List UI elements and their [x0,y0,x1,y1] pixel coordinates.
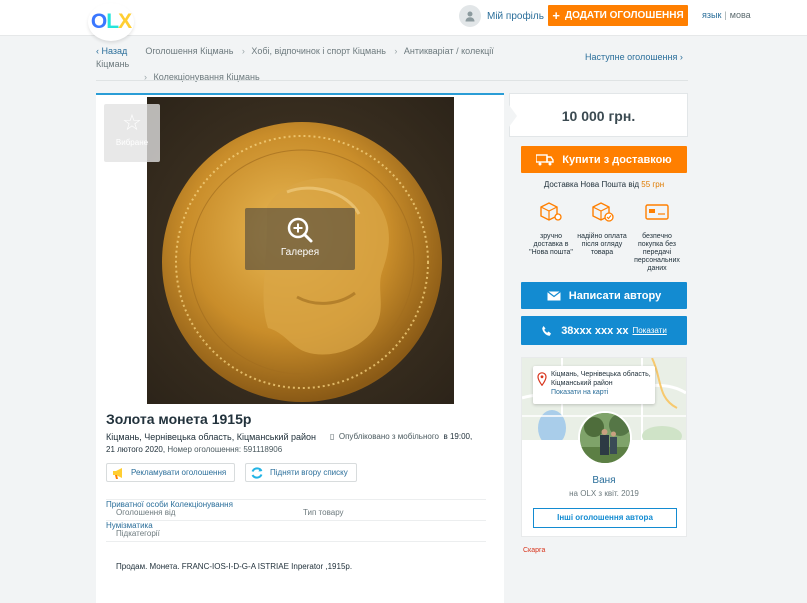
favorite-button[interactable]: ☆ Вибране [104,104,160,162]
seller-since: на OLX з квіт. 2019 [569,489,639,498]
phone-button[interactable]: 38xxx xxx xx Показати [521,316,687,345]
chevron-right-icon: › [394,46,398,56]
listing-title: Золота монета 1915р [106,411,252,427]
detail-label: Тип товару [303,508,344,517]
listing-description: Продам. Монета. FRANC-IOS-I-D-G-A ISTRIA… [116,562,353,571]
bump-label: Підняти вгору списку [270,468,348,477]
lang-current: мова [729,10,751,20]
shipping-text: Доставка Нова Пошта від [543,180,640,189]
show-phone-link[interactable]: Показати [632,326,666,335]
buy-with-delivery-button[interactable]: Купити з доставкою [521,146,687,173]
language-switcher: язык | мова [702,10,751,20]
avatar[interactable] [578,411,632,465]
phone-icon: ▯ [330,432,335,441]
shipping-amount: 55 грн [641,180,665,189]
show-on-map-link[interactable]: Показати на карті [551,389,608,396]
parcel-check-icon [592,202,614,222]
breadcrumb-item[interactable]: Хобі, відпочинок і спорт Кіцмань [251,46,385,56]
user-icon [459,5,481,27]
chevron-left-icon: ‹ [96,46,99,56]
detail-label: Оголошення від [116,508,176,517]
feature-text: зручно доставка в "Нова пошта" [529,233,573,256]
listing-location: Кіцмань, Чернівецька область, Кіцманськи… [106,432,316,442]
feature-safe: безпечно покупка без передачі персональн… [631,199,683,273]
map-location-text: Кіцмань, Чернівецька область, Кіцманськи… [551,371,651,387]
seller-card: Кіцмань, Чернівецька область, Кіцманськи… [521,357,687,537]
ad-number-label: Номер оголошення: [167,445,242,454]
phone-number: 38xxx xxx xx [561,324,629,337]
zoom-in-icon [287,217,313,243]
message-author-label: Написати автору [568,289,662,302]
listing-card: ☆ Вибране Галерея Золота монета 1915р Кі… [96,93,504,603]
published-info: ▯ Опубліковано з мобільного в 19:00, [330,432,472,441]
card-icon [645,204,669,220]
add-listing-label: ДОДАТИ ОГОЛОШЕННЯ [564,10,684,21]
star-icon: ☆ [122,110,142,135]
ad-meta: 21 лютого 2020, Номер оголошення: 591118… [106,445,282,454]
published-time: в 19:00, [443,432,473,441]
bump-button[interactable]: Підняти вгору списку [245,463,357,482]
lang-link[interactable]: язык [702,10,721,20]
olx-logo[interactable]: OLX [88,3,134,41]
gallery-label: Галерея [280,247,320,258]
divider [96,80,688,81]
chevron-right-icon: › [241,46,245,56]
details-row: Підкатегорії Нумізматика [106,521,486,542]
truck-icon [536,153,554,165]
seller-photo [580,413,630,463]
feature-reliable: надійно оплата після огляду товара [576,199,628,257]
breadcrumb-item[interactable]: Оголошення Кіцмань [145,46,233,56]
map-location-tooltip: Кіцмань, Чернівецька область, Кіцманськи… [533,366,655,404]
details-row: Оголошення від Приватної особи Тип товар… [106,500,486,521]
favorite-label: Вибране [115,138,149,147]
detail-label: Підкатегорії [116,529,160,538]
detail-value-link[interactable]: Колекціонування [170,500,233,509]
site-header: OLX Мій профіль + ДОДАТИ ОГОЛОШЕННЯ язык… [0,0,807,41]
breadcrumb: ‹ Назад › Оголошення Кіцмань › Хобі, від… [96,45,516,84]
price: 10 000 грн. [561,108,636,124]
shipping-info: Доставка Нова Пошта від 55 грн [521,180,687,189]
promote-button[interactable]: Рекламувати оголошення [106,463,236,482]
map-pin-icon [537,372,547,386]
price-box: 10 000 грн. [509,93,688,137]
next-listing-label: Наступне оголошення [585,52,678,62]
buy-label: Купити з доставкою [562,153,672,166]
seller-name[interactable]: Ваня [522,475,686,486]
details-table: Оголошення від Приватної особи Тип товар… [106,499,486,542]
feature-text: надійно оплата після огляду товара [577,233,627,256]
my-profile-label: Мій профіль [487,10,544,22]
published-date: 21 лютого 2020, [106,445,166,454]
message-author-button[interactable]: Написати автору [521,282,687,309]
phone-handset-icon [542,325,552,336]
gallery-button[interactable]: Галерея [245,208,355,270]
refresh-icon [251,466,263,479]
feature-text: безпечно покупка без передачі персональн… [634,233,680,272]
next-listing-link[interactable]: Наступне оголошення › [585,52,683,62]
chevron-right-icon: › [679,52,683,62]
plus-icon: + [552,8,560,23]
back-link[interactable]: ‹ Назад [96,46,127,56]
envelope-icon [546,290,561,300]
promote-label: Рекламувати оголошення [131,468,227,477]
back-label: Назад [101,46,128,56]
megaphone-icon [113,467,122,479]
my-profile-link[interactable]: Мій профіль [459,5,544,27]
feature-convenient: зручно доставка в "Нова пошта" [525,199,577,257]
parcel-location-icon [540,202,562,221]
add-listing-button[interactable]: + ДОДАТИ ОГОЛОШЕННЯ [548,5,688,26]
report-link[interactable]: Скарга [523,547,545,554]
ad-number: 591118906 [243,445,283,454]
other-ads-button[interactable]: Інші оголошення автора [533,508,677,528]
published-label: Опубліковано з мобільного [338,432,440,441]
